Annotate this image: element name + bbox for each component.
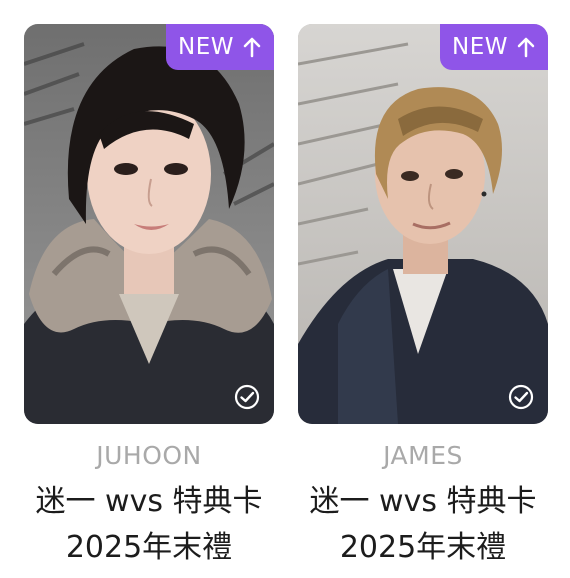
arrow-up-icon [517,37,535,58]
photocard-image[interactable]: NEW [24,24,274,424]
check-circle-icon[interactable] [508,384,534,410]
new-badge: NEW [440,24,548,70]
photocard-grid: NEW JUHOON 迷一 wvs 特典卡 2025年末禮 NEW JAMES … [0,0,570,578]
portrait-photo [298,24,548,424]
card-title[interactable]: 迷一 wvs 特典卡 2025年末禮 [298,479,548,571]
arrow-up-icon [243,37,261,58]
check-circle-icon[interactable] [234,384,260,410]
new-badge-label: NEW [452,34,508,60]
member-name: JUHOON [96,441,202,470]
new-badge-label: NEW [178,34,234,60]
photocard-image[interactable]: NEW [298,24,548,424]
portrait-photo [24,24,274,424]
photocard-item[interactable]: NEW JUHOON 迷一 wvs 特典卡 2025年末禮 [24,24,274,571]
photocard-item[interactable]: NEW JAMES 迷一 wvs 特典卡 2025年末禮 [298,24,548,571]
card-title[interactable]: 迷一 wvs 特典卡 2025年末禮 [24,479,274,571]
member-name: JAMES [383,441,463,470]
new-badge: NEW [166,24,274,70]
